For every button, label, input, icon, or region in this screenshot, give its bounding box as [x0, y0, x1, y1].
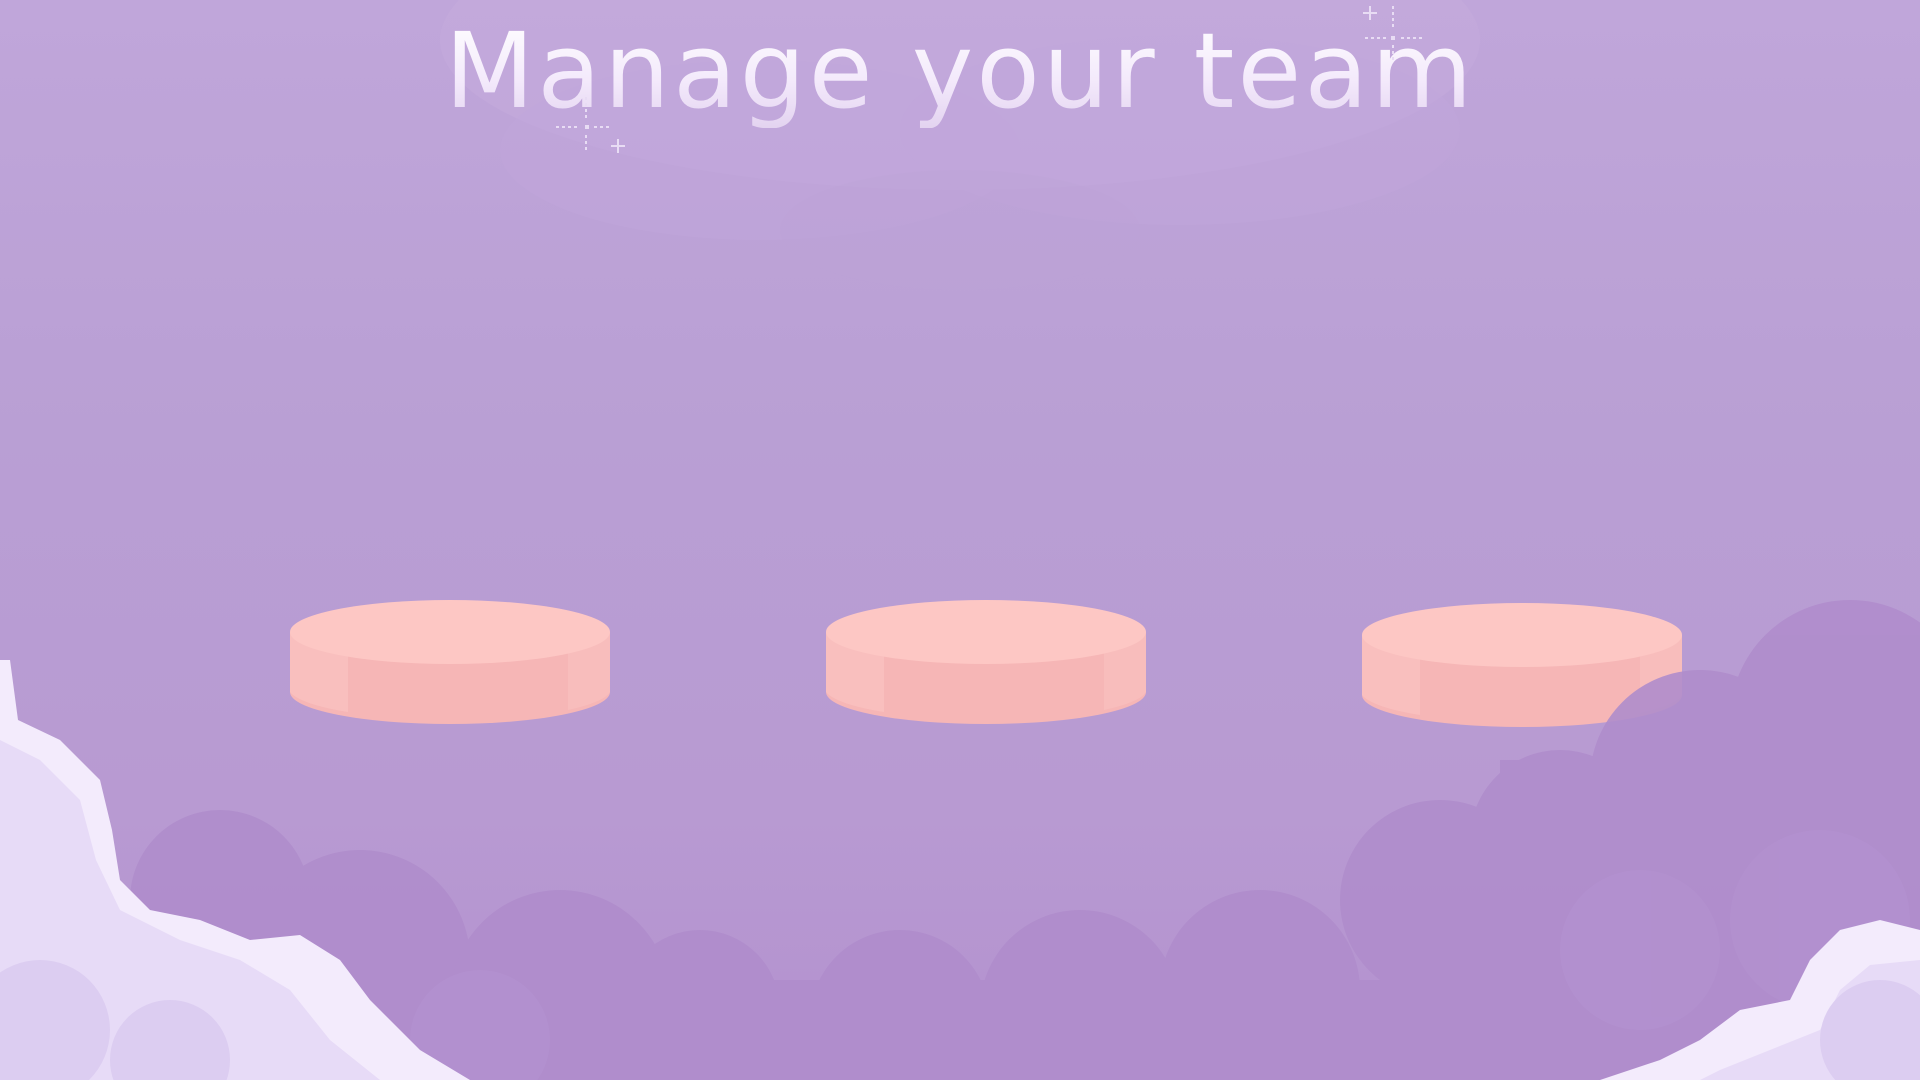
sparkle-icon: [1363, 6, 1422, 60]
team-slot-2-podium[interactable]: [824, 600, 1148, 724]
team-slot-3-podium[interactable]: [1360, 603, 1684, 727]
foreground-light-clouds: [0, 660, 1920, 1080]
sparkle-icon: [556, 97, 625, 153]
team-management-screen: Manage your team: [0, 0, 1920, 1080]
lower-purple-clouds: [130, 600, 1920, 1080]
upper-cloud-layer: [440, 0, 1480, 290]
team-slot-1-podium[interactable]: [288, 600, 612, 724]
